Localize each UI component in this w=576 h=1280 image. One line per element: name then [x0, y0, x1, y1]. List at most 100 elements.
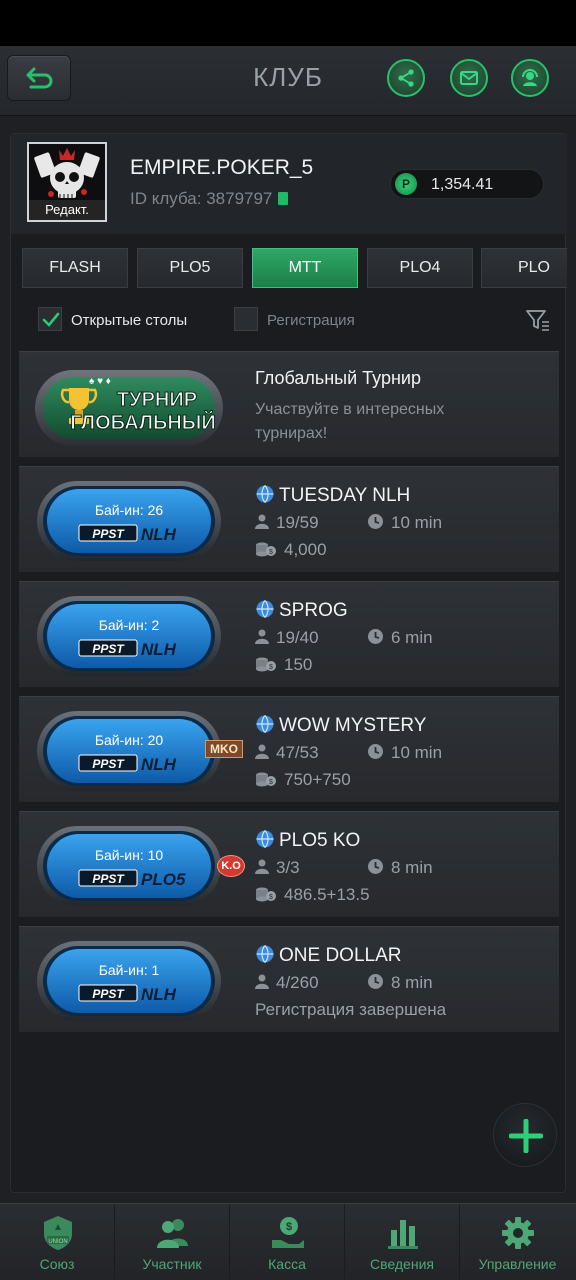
nav-cashier[interactable]: $ Касса: [230, 1204, 345, 1280]
registration-status: Регистрация завершена: [255, 1000, 447, 1019]
svg-text:$: $: [286, 1221, 292, 1233]
svg-text:$: $: [269, 664, 273, 671]
tournament-card[interactable]: Бай-ин: 10 PPST PLO5 K.O PLO5 KO 3/3 8 min $…: [19, 811, 559, 917]
players-count: 3/3: [255, 858, 300, 878]
prize-pool-icon: $: [256, 657, 276, 672]
avatar-edit-label[interactable]: Редакт.: [29, 200, 105, 220]
nav-label-settings: Управление: [478, 1256, 557, 1272]
open-tables-label[interactable]: Открытые столы: [71, 312, 187, 329]
tab-plo5[interactable]: PLO5: [137, 248, 243, 288]
share-button[interactable]: [387, 59, 425, 97]
players-value: 3/3: [276, 858, 300, 877]
players-value: 19/59: [276, 513, 319, 532]
tab-plo4[interactable]: PLO4: [367, 248, 473, 288]
brand-label: PPST: [92, 872, 125, 886]
add-button[interactable]: [493, 1103, 557, 1167]
mail-icon: [460, 71, 478, 85]
balance-pill[interactable]: P 1,354.41: [390, 169, 544, 199]
global-tournament-badge: ♠ ♥ ♦ ТУРНИР ГЛОБАЛЬНЫЙ: [35, 370, 223, 446]
players-count: 4/260: [255, 973, 319, 993]
settings-icon: [502, 1217, 534, 1249]
union-badge-text: UNION: [48, 1239, 67, 1245]
back-button[interactable]: [7, 55, 71, 101]
support-icon: [522, 69, 538, 86]
tournament-card[interactable]: Бай-ин: 1 PPST NLH ONE DOLLAR 4/260 8 min Р…: [19, 926, 559, 1032]
members-icon: [157, 1219, 188, 1248]
svg-text:♠ ♥ ♦: ♠ ♥ ♦: [89, 376, 111, 387]
players-value: 4/260: [276, 973, 319, 992]
nav-union[interactable]: UNION Союз: [0, 1204, 115, 1280]
share-icon: [398, 69, 414, 87]
checkmark-icon: [42, 312, 60, 327]
tab-mtt[interactable]: MTT: [252, 248, 358, 288]
prize-pool: $4,000: [255, 540, 327, 560]
prize-pool-value: 4,000: [284, 540, 327, 559]
globe-icon: [256, 830, 274, 848]
clock-icon: [368, 514, 383, 529]
tournament-card[interactable]: Бай-ин: 2 PPST NLH SPROG 19/40 6 min $150: [19, 581, 559, 687]
tournament-name: TUESDAY NLH: [255, 484, 410, 507]
players-count: 19/40: [255, 628, 319, 648]
buyin-label: Бай-ин: 20: [95, 732, 164, 748]
registration-checkbox[interactable]: [234, 307, 258, 331]
players-icon: [255, 629, 269, 644]
start-time: 8 min: [367, 973, 433, 993]
players-count: 47/53: [255, 743, 319, 763]
nav-stats[interactable]: Сведения: [345, 1204, 460, 1280]
support-button[interactable]: [511, 59, 549, 97]
cashier-icon: $: [272, 1217, 304, 1248]
start-time-value: 8 min: [391, 858, 433, 877]
buyin-badge: Бай-ин: 1 PPST NLH: [37, 941, 221, 1021]
tournament-name: PLO5 KO: [255, 829, 360, 852]
copy-icon[interactable]: [278, 192, 289, 205]
nav-label-stats: Сведения: [370, 1256, 434, 1272]
bottom-nav: UNION Союз Участник $ Касса Сведения Упр…: [0, 1203, 576, 1280]
tournament-name: ONE DOLLAR: [255, 944, 401, 967]
start-time-value: 6 min: [391, 628, 433, 647]
open-tables-checkbox[interactable]: [38, 307, 62, 331]
players-icon: [255, 974, 269, 989]
header: КЛУБ: [0, 46, 576, 116]
prize-pool-value: 150: [284, 655, 313, 674]
tournament-name-text: PLO5 KO: [279, 830, 361, 851]
start-time-value: 10 min: [391, 513, 443, 532]
mail-button[interactable]: [450, 59, 488, 97]
tab-plo[interactable]: PLO: [481, 248, 567, 288]
global-tournament-card[interactable]: ♠ ♥ ♦ ТУРНИР ГЛОБАЛЬНЫЙ Глобальный Турни…: [19, 351, 559, 457]
buyin-badge: Бай-ин: 20 PPST NLH: [37, 711, 221, 791]
buyin-label: Бай-ин: 10: [95, 847, 164, 863]
start-time-value: 8 min: [391, 973, 433, 992]
players-value: 47/53: [276, 743, 319, 762]
brand-label: PPST: [92, 987, 125, 1001]
club-name: EMPIRE.POKER_5: [130, 156, 314, 179]
brand-label: PPST: [92, 527, 125, 541]
tournament-card[interactable]: Бай-ин: 26 PPST NLH TUESDAY NLH 19/59 10 m…: [19, 466, 559, 572]
game-label: PLO5: [141, 870, 186, 889]
filter-icon[interactable]: [525, 308, 551, 332]
prize-pool: $486.5+13.5: [255, 885, 370, 905]
club-avatar[interactable]: Редакт.: [27, 142, 107, 222]
tournament-name-text: WOW MYSTERY: [279, 715, 427, 736]
tournament-card[interactable]: Бай-ин: 20 PPST NLH MKO WOW MYSTERY 47/53 1…: [19, 696, 559, 802]
registration-label[interactable]: Регистрация: [267, 312, 355, 329]
game-tabs: FLASH PLO5 MTT PLO4 PLO: [11, 237, 567, 297]
buyin-badge: Бай-ин: 26 PPST NLH: [37, 481, 221, 561]
game-label: NLH: [141, 640, 177, 659]
coin-icon: P: [395, 173, 417, 195]
tab-flash[interactable]: FLASH: [22, 248, 128, 288]
nav-label-union: Союз: [39, 1256, 75, 1272]
club-info: Редакт. EMPIRE.POKER_5 ID клуба: 3879797…: [11, 134, 567, 234]
mko-tag: MKO: [205, 740, 243, 758]
tournament-name-text: ONE DOLLAR: [279, 945, 402, 966]
tournament-name-text: SPROG: [279, 600, 348, 621]
clock-icon: [368, 974, 383, 989]
game-label: NLH: [141, 755, 177, 774]
nav-members[interactable]: Участник: [115, 1204, 230, 1280]
buyin-badge: Бай-ин: 2 PPST NLH: [37, 596, 221, 676]
start-time: 6 min: [367, 628, 433, 648]
prize-pool: $150: [255, 655, 312, 675]
back-arrow-icon: [26, 67, 53, 89]
nav-settings[interactable]: Управление: [460, 1204, 575, 1280]
svg-text:$: $: [269, 779, 273, 786]
start-time: 10 min: [367, 743, 442, 763]
